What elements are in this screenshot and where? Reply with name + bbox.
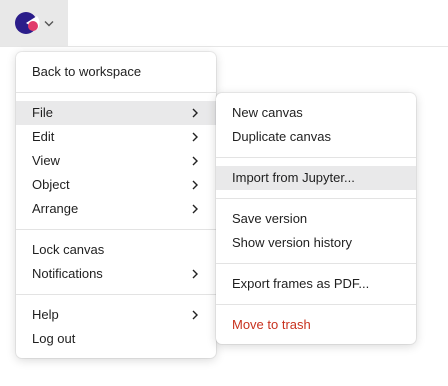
menu-item-label: Help — [32, 307, 59, 322]
menu-item-label: Export frames as PDF... — [232, 276, 370, 291]
app-menu-button[interactable] — [0, 0, 68, 46]
menu-item-back-to-workspace[interactable]: Back to workspace — [16, 60, 216, 84]
menu-divider — [216, 304, 416, 305]
top-bar — [0, 0, 448, 47]
menu-item-label: Object — [32, 177, 70, 192]
menu-item-move-to-trash[interactable]: Move to trash — [216, 313, 416, 337]
menu-item-edit[interactable]: Edit — [16, 125, 216, 149]
menu-item-save-version[interactable]: Save version — [216, 207, 416, 231]
menu-divider — [216, 263, 416, 264]
menu-item-notifications[interactable]: Notifications — [16, 262, 216, 286]
menu-item-label: Move to trash — [232, 317, 311, 332]
menu-item-help[interactable]: Help — [16, 303, 216, 327]
menu-item-view[interactable]: View — [16, 149, 216, 173]
menu-divider — [16, 92, 216, 93]
menu-item-label: Log out — [32, 331, 76, 346]
chevron-right-icon — [192, 156, 198, 166]
menu-divider — [216, 198, 416, 199]
chevron-right-icon — [192, 269, 198, 279]
menu-divider — [16, 294, 216, 295]
menu-item-label: Import from Jupyter... — [232, 170, 355, 185]
menu-divider — [216, 157, 416, 158]
chevron-right-icon — [192, 180, 198, 190]
main-menu: Back to workspace File Edit View Object … — [16, 52, 216, 358]
menu-item-export-frames-pdf[interactable]: Export frames as PDF... — [216, 272, 416, 296]
menu-item-new-canvas[interactable]: New canvas — [216, 101, 416, 125]
menu-item-duplicate-canvas[interactable]: Duplicate canvas — [216, 125, 416, 149]
menu-item-arrange[interactable]: Arrange — [16, 197, 216, 221]
menu-item-object[interactable]: Object — [16, 173, 216, 197]
chevron-right-icon — [192, 108, 198, 118]
menu-item-file[interactable]: File — [16, 101, 216, 125]
chevron-right-icon — [192, 132, 198, 142]
menu-item-label: New canvas — [232, 105, 303, 120]
menu-item-label: View — [32, 153, 60, 168]
menu-item-label: Duplicate canvas — [232, 129, 331, 144]
menu-item-show-version-history[interactable]: Show version history — [216, 231, 416, 255]
menu-item-label: Save version — [232, 211, 308, 226]
menu-item-import-from-jupyter[interactable]: Import from Jupyter... — [216, 166, 416, 190]
chevron-right-icon — [192, 310, 198, 320]
file-submenu: New canvas Duplicate canvas Import from … — [216, 93, 416, 344]
menu-item-label: Lock canvas — [32, 242, 105, 257]
menu-item-log-out[interactable]: Log out — [16, 327, 216, 351]
menu-item-label: Notifications — [32, 266, 103, 281]
menu-divider — [16, 229, 216, 230]
chevron-right-icon — [192, 204, 198, 214]
menu-item-label: Show version history — [232, 235, 352, 250]
menu-item-label: Edit — [32, 129, 55, 144]
app-logo-icon — [15, 12, 40, 34]
menu-item-label: File — [32, 105, 53, 120]
menu-item-lock-canvas[interactable]: Lock canvas — [16, 238, 216, 262]
menu-item-label: Back to workspace — [32, 64, 142, 79]
chevron-down-icon — [44, 21, 54, 27]
menu-item-label: Arrange — [32, 201, 79, 216]
